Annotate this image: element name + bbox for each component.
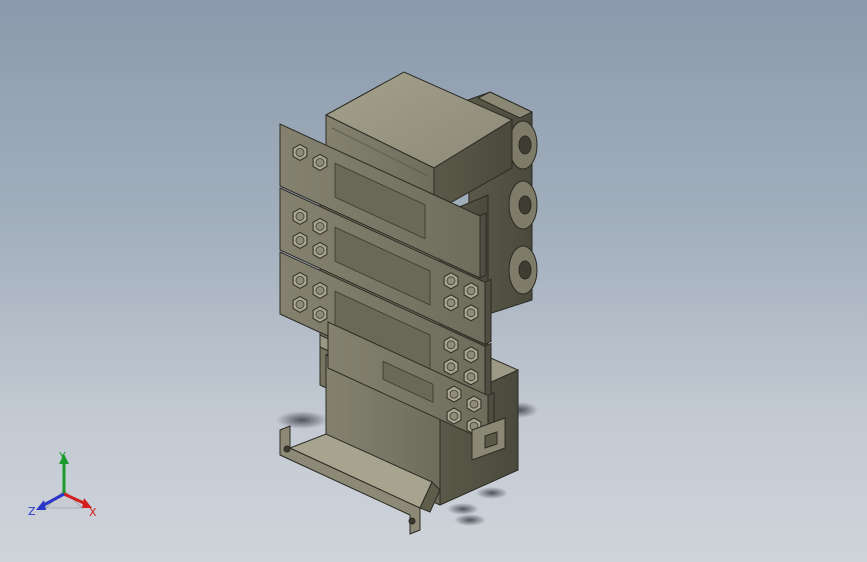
plate-1-left-bolt-1b [312,153,328,171]
plate-3-right-bolt-1a [443,336,459,354]
plate-2-right-bolt-1b-head [466,286,476,296]
plate-3-left-bolt-2a-head [295,300,305,309]
plate-2-right-bolt-2a [443,294,459,312]
plate-2-left-bolt-2b [312,241,328,259]
cad-model-assembly[interactable] [0,0,867,562]
plate-3-right-bolt-1b [463,346,479,364]
busbar-plate-edge-2 [484,278,492,346]
coordinate-triad: X Y Z [24,446,104,526]
x-axis-label: X [89,506,97,519]
plate-3-left-bolt-1a [292,271,308,289]
plate-4-right-bolt-1b-head [469,399,479,409]
plate-2-left-bolt-2a [292,231,308,249]
z-axis-arrow-icon [36,500,46,510]
plate-4-right-bolt-1a-head [449,389,459,399]
plate-3-left-bolt-1b [312,281,328,299]
plate-2-right-bolt-2b [463,304,479,322]
y-axis-label: Y [59,450,66,463]
plate-2-left-bolt-1a-head [295,212,305,221]
plate-3-right-bolt-2b [463,368,479,386]
plate-2-left-bolt-1a [292,207,308,225]
plate-3-right-bolt-1a-head [446,340,456,350]
plate-2-right-bolt-2b-head [466,308,476,318]
plate-2-left-bolt-1b-head [315,222,325,231]
plate-2-right-bolt-2a-head [446,298,456,308]
plate-4-right-bolt-2a [446,407,462,425]
plate-2-left-bolt-1b [312,217,328,235]
plate-2-left-bolt-2b-head [315,246,325,255]
graphics-viewport[interactable]: X Y Z [0,0,867,562]
plate-3-left-bolt-2b-head [315,310,325,319]
plate-2-right-bolt-1a [443,272,459,290]
plate-3-right-bolt-2a [443,358,459,376]
plate-4-right-bolt-1b [466,395,482,413]
plate-2-right-bolt-1a-head [446,276,456,286]
busbar-plate-edge-1 [479,212,487,279]
plate-3-left-bolt-2b [312,305,328,323]
plate-3-left-bolt-1a-head [295,276,305,285]
plate-4-right-bolt-1a [446,385,462,403]
plate-3-left-bolt-2a [292,295,308,313]
z-axis-label: Z [28,505,36,518]
plate-3-right-bolt-2a-head [446,362,456,372]
plate-2-right-bolt-1b [463,282,479,300]
plate-4-right-bolt-2a-head [449,411,459,421]
plate-1-left-bolt-1a [292,143,308,161]
plate-3-right-bolt-2b-head [466,372,476,382]
plate-1-left-bolt-1a-head [295,148,305,157]
plate-3-right-bolt-1b-head [466,350,476,360]
plate-2-left-bolt-2a-head [295,236,305,245]
plate-1-left-bolt-1b-head [315,158,325,167]
plate-3-left-bolt-1b-head [315,286,325,295]
